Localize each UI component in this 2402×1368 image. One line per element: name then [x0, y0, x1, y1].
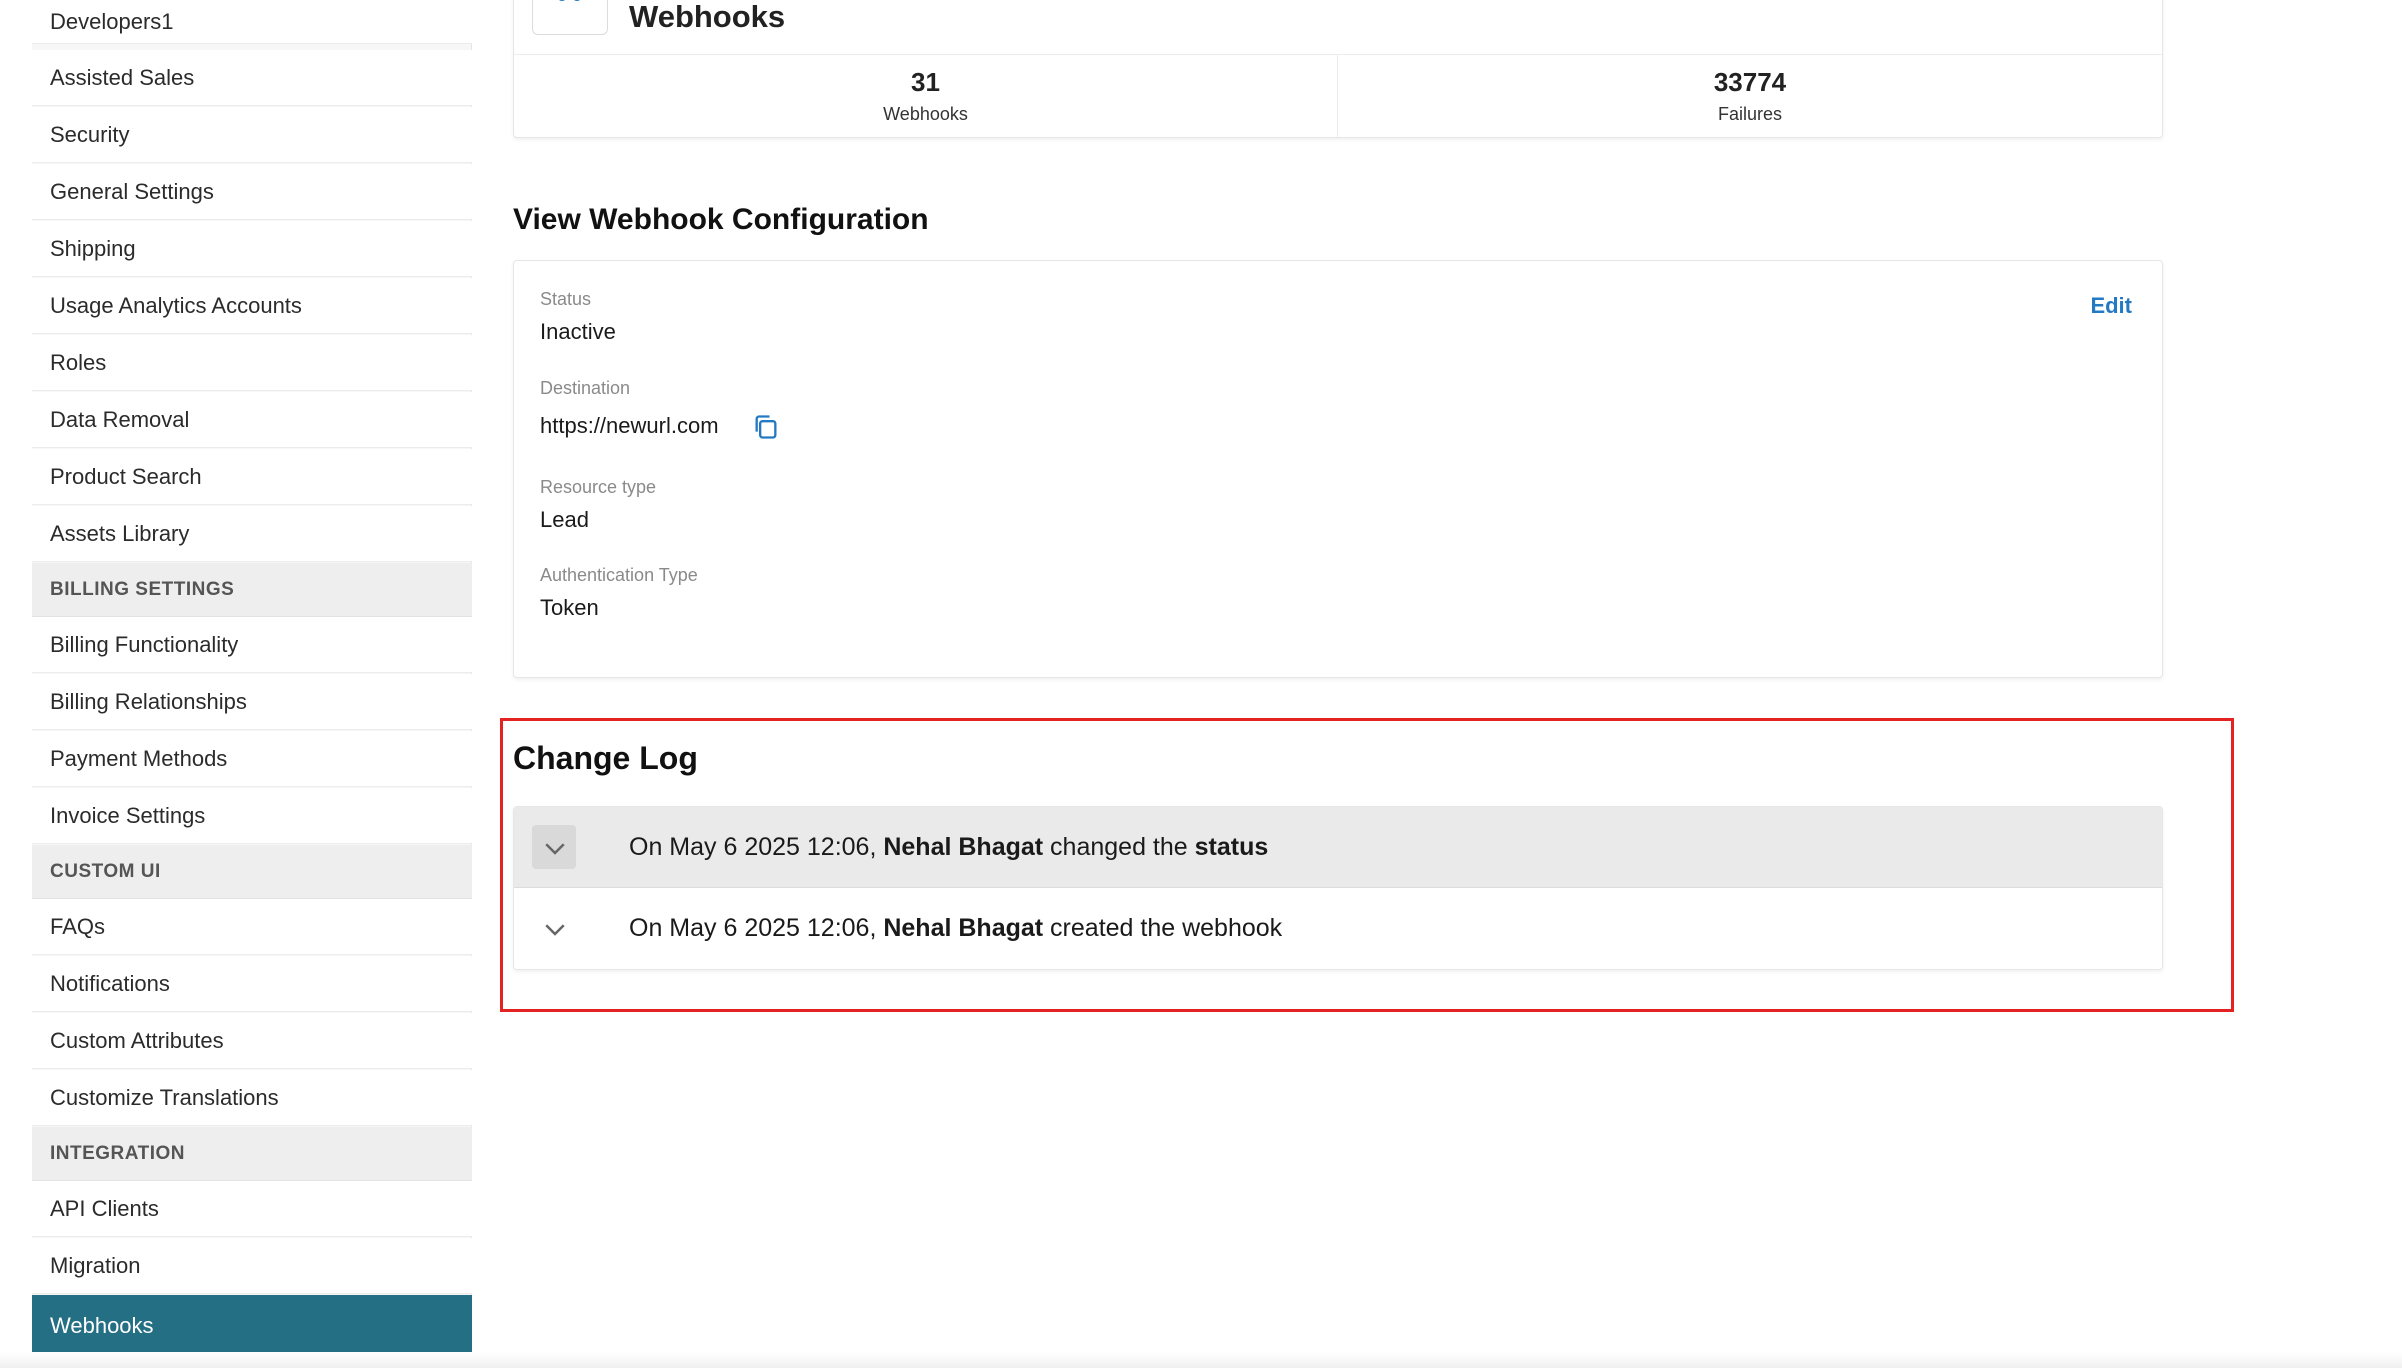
copy-icon[interactable] — [752, 413, 780, 441]
sidebar-section-custom-ui: CUSTOM UI — [32, 845, 472, 899]
webhook-logo — [532, 0, 608, 35]
chevron-down-icon[interactable] — [540, 833, 570, 863]
sidebar-item-customize-translations[interactable]: Customize Translations — [32, 1070, 472, 1126]
sidebar-item-data-removal[interactable]: Data Removal — [32, 392, 472, 448]
changelog-entry-user: Nehal Bhagat — [883, 914, 1044, 942]
sidebar-item-developers1[interactable]: Developers1 — [32, 0, 472, 44]
sidebar-item-payment-methods[interactable]: Payment Methods — [32, 731, 472, 787]
edit-button[interactable]: Edit — [2090, 293, 2132, 319]
sidebar-item-roles[interactable]: Roles — [32, 335, 472, 391]
sidebar-item-usage-analytics-accounts[interactable]: Usage Analytics Accounts — [32, 278, 472, 334]
sidebar-item-webhooks[interactable]: Webhooks — [32, 1295, 472, 1357]
webhook-logo-icon — [559, 0, 580, 1]
changelog-entry-target: status — [1194, 832, 1269, 861]
destination-label: Destination — [540, 378, 631, 398]
page-bottom-edge — [0, 1352, 2402, 1368]
changelog-entry-text: On May 6 2025 12:06, Nehal Bhagat change… — [629, 833, 1268, 862]
status-label: Status — [540, 289, 592, 309]
changelog-entry-user: Nehal Bhagat — [883, 832, 1044, 861]
resource-type-label: Resource type — [540, 477, 657, 497]
changelog-entry[interactable]: On May 6 2025 12:06, Nehal Bhagat create… — [514, 888, 2162, 969]
config-heading: View Webhook Configuration — [513, 203, 929, 236]
sidebar-item-custom-attributes[interactable]: Custom Attributes — [32, 1013, 472, 1069]
sidebar-item-migration[interactable]: Migration — [32, 1238, 472, 1294]
sidebar-item-invoice-settings[interactable]: Invoice Settings — [32, 788, 472, 844]
stat-webhooks: 31 Webhooks — [514, 55, 1338, 139]
auth-type-label: Authentication Type — [540, 565, 698, 585]
stats-title: Webhooks — [629, 0, 786, 34]
status-value: Inactive — [540, 319, 616, 344]
stat-failures: 33774 Failures — [1338, 55, 2162, 139]
sidebar-item-billing-relationships[interactable]: Billing Relationships — [32, 674, 472, 730]
changelog-heading: Change Log — [513, 740, 698, 776]
stat-webhooks-label: Webhooks — [883, 104, 968, 124]
sidebar-item-faqs[interactable]: FAQs — [32, 899, 472, 955]
changelog-entry-action: created the webhook — [1043, 914, 1283, 942]
webhooks-stats-card: Webhooks 31 Webhooks 33774 Failures — [513, 0, 2163, 139]
auth-type-value: Token — [540, 595, 599, 620]
changelog-list: On May 6 2025 12:06, Nehal Bhagat change… — [513, 806, 2163, 970]
sidebar-item-product-search[interactable]: Product Search — [32, 449, 472, 505]
stat-webhooks-count: 31 — [911, 67, 940, 97]
changelog-entry-action: changed the — [1043, 832, 1195, 861]
sidebar-item-assisted-sales[interactable]: Assisted Sales — [32, 50, 472, 106]
changelog-entry[interactable]: On May 6 2025 12:06, Nehal Bhagat change… — [514, 807, 2162, 888]
chevron-down-icon[interactable] — [540, 914, 570, 944]
sidebar-section-integration: INTEGRATION — [32, 1127, 472, 1181]
sidebar-item-billing-functionality[interactable]: Billing Functionality — [32, 617, 472, 673]
stat-failures-label: Failures — [1717, 104, 1783, 124]
changelog-entry-prefix: On May 6 2025 12:06, — [629, 832, 884, 861]
sidebar-item-assets-library[interactable]: Assets Library — [32, 506, 472, 562]
resource-type-value: Lead — [540, 507, 589, 532]
config-card: Edit Status Inactive Destination https:/… — [513, 260, 2163, 678]
stats-card-header: Webhooks — [514, 0, 2162, 55]
changelog-entry-prefix: On May 6 2025 12:06, — [629, 914, 884, 942]
sidebar-item-notifications[interactable]: Notifications — [32, 956, 472, 1012]
sidebar-item-general-settings[interactable]: General Settings — [32, 164, 472, 220]
destination-value: https://newurl.com — [540, 413, 719, 438]
changelog-entry-text: On May 6 2025 12:06, Nehal Bhagat create… — [629, 914, 1282, 943]
sidebar-item-shipping[interactable]: Shipping — [32, 221, 472, 277]
sidebar-section-billing-settings: BILLING SETTINGS — [32, 563, 472, 617]
sidebar: Developers1 Assisted Sales Security General… — [32, 0, 472, 1368]
sidebar-item-api-clients[interactable]: API Clients — [32, 1181, 472, 1237]
stat-failures-count: 33774 — [1713, 67, 1787, 97]
sidebar-item-security[interactable]: Security — [32, 107, 472, 163]
